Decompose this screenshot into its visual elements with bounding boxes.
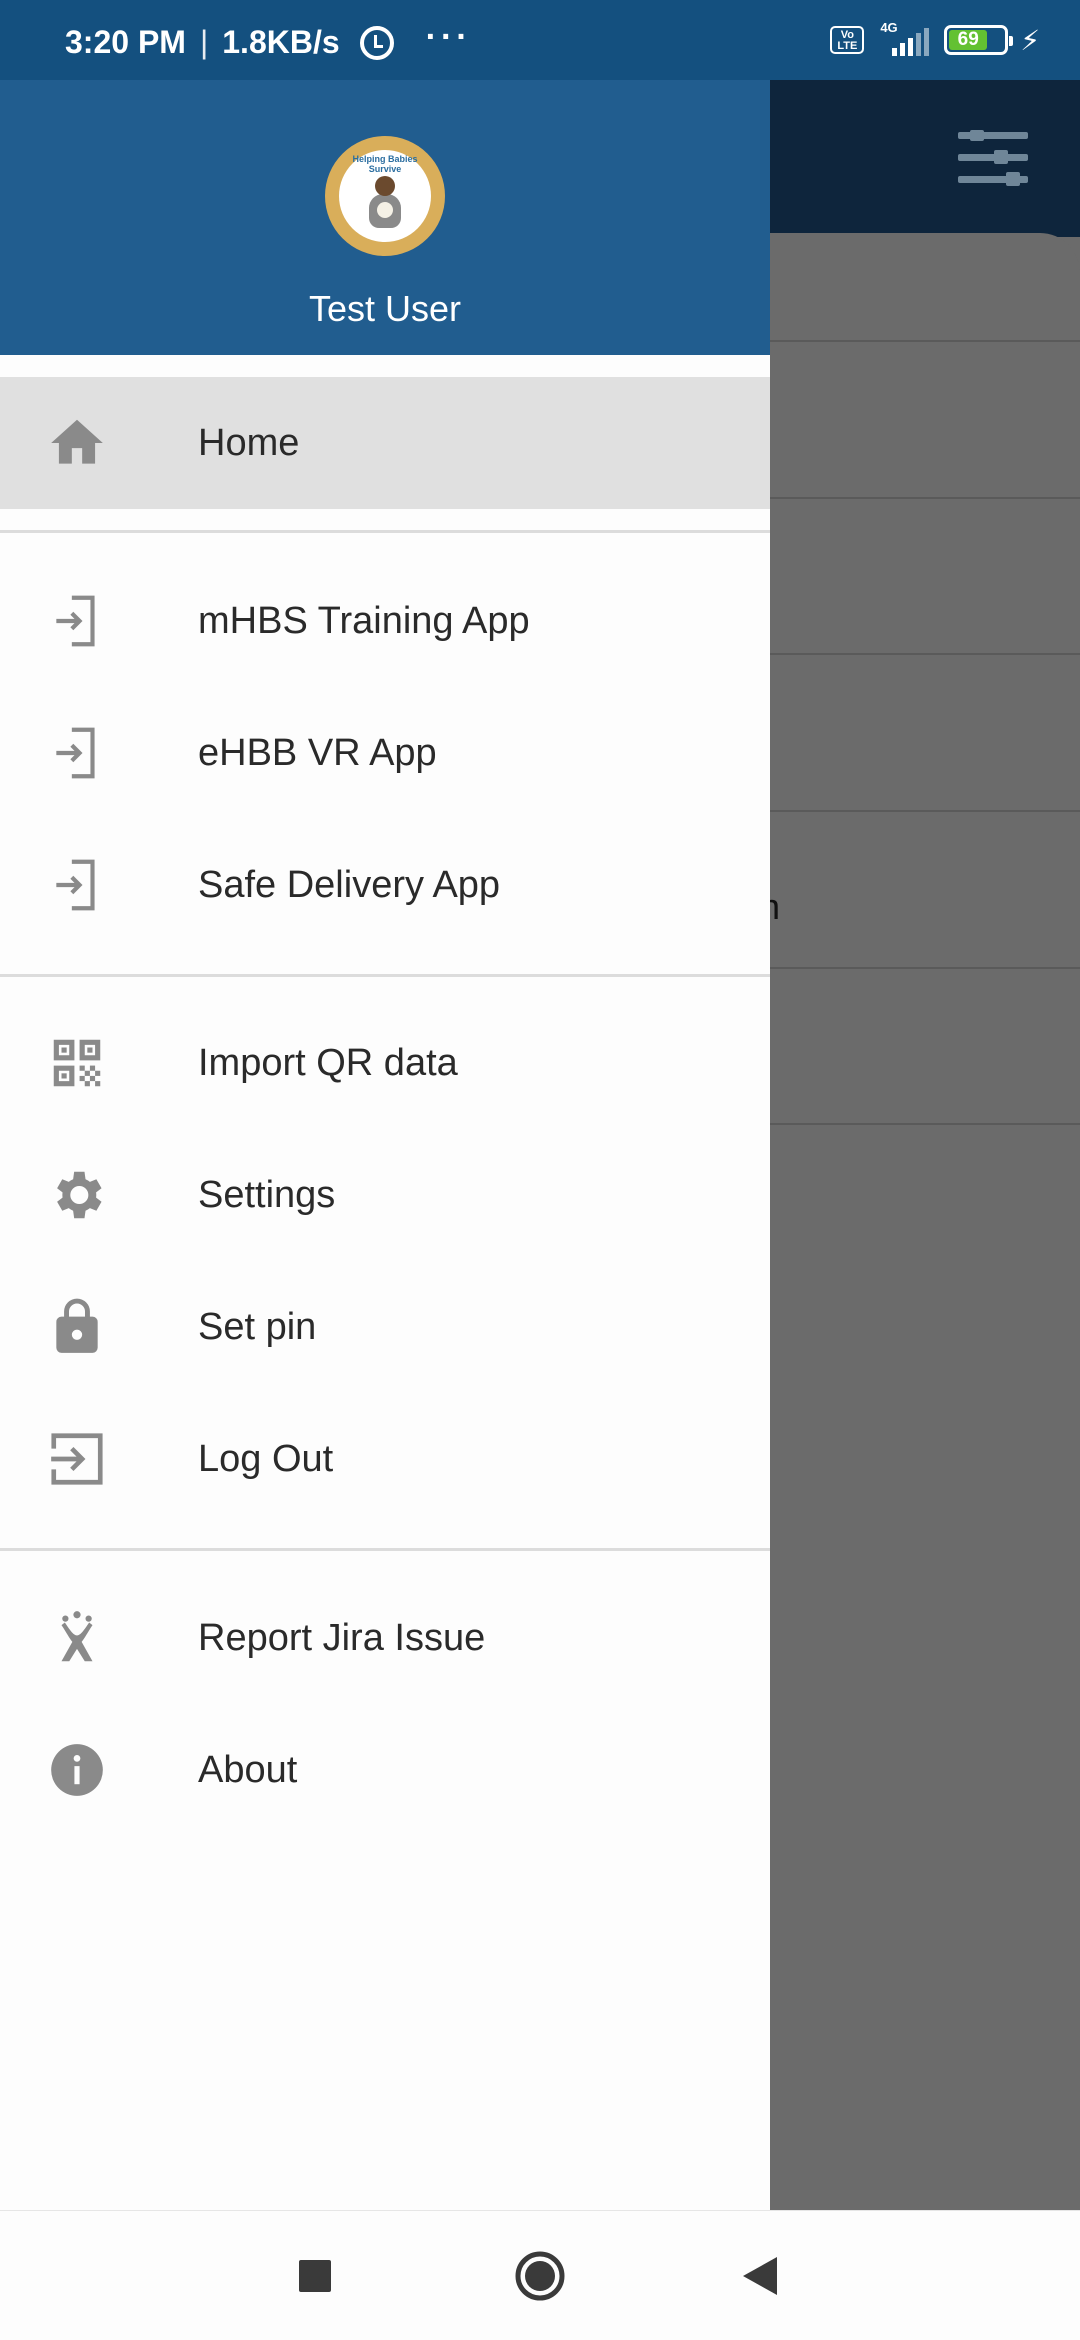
menu-label-set-pin: Set pin (198, 1305, 317, 1348)
charging-icon: ⚡ (1020, 24, 1040, 56)
gear-icon (57, 1171, 102, 1219)
menu-item-set-pin[interactable]: Set pin (0, 1261, 770, 1393)
filter-icon (958, 130, 1028, 186)
divider (0, 530, 770, 533)
menu-label-report-jira-issue: Report Jira Issue (198, 1616, 486, 1659)
menu-item-ehbb-vr-app[interactable]: eHBB VR App (0, 687, 770, 819)
battery-level: 69 (949, 30, 988, 50)
menu-label-home: Home (198, 421, 300, 464)
lock-icon (56, 1298, 98, 1353)
network-speed: 1.8KB/s (222, 24, 340, 60)
navigation-drawer: Helping Babies Survive Test User Home mH… (0, 80, 770, 2210)
back-button[interactable] (725, 2241, 795, 2311)
menu-label-about: About (198, 1748, 298, 1791)
more-dots-icon: ··· (425, 18, 472, 56)
menu-item-mhbs-training-app[interactable]: mHBS Training App (0, 555, 770, 687)
system-nav-bar (0, 2210, 1080, 2340)
menu-item-report-jira-issue[interactable]: Report Jira Issue (0, 1572, 770, 1704)
menu-label-log-out: Log Out (198, 1437, 334, 1480)
volte-icon: Vo LTE (830, 26, 865, 54)
app-launch-icon (56, 727, 95, 779)
menu-label-mhbs-training-app: mHBS Training App (198, 599, 530, 642)
alarm-icon (359, 25, 394, 60)
user-name: Test User (308, 288, 462, 329)
menu-item-log-out[interactable]: Log Out (0, 1393, 770, 1525)
menu-item-import-qr-data[interactable]: Import QR data (0, 997, 770, 1129)
hbs-logo: Helping Babies Survive (325, 136, 445, 256)
menu-item-safe-delivery-app[interactable]: Safe Delivery App (0, 819, 770, 951)
menu-item-home[interactable]: Home (0, 377, 770, 509)
status-separator: | (199, 24, 209, 60)
app-launch-icon (56, 595, 95, 647)
status-time: 3:20 PM (65, 24, 186, 60)
status-bar: 3:20 PM | 1.8KB/s ··· Vo LTE 4G 69 ⚡ (0, 0, 1080, 80)
drawer-header: Helping Babies Survive Test User (0, 80, 770, 355)
home-icon (51, 419, 103, 464)
menu-item-settings[interactable]: Settings (0, 1129, 770, 1261)
menu-label-settings: Settings (198, 1173, 336, 1216)
jira-icon (61, 1611, 93, 1662)
home-button[interactable] (505, 2241, 575, 2311)
logo-text: Helping Babies Survive (352, 154, 418, 174)
status-right: Vo LTE 4G 69 ⚡ (830, 20, 1040, 60)
info-icon (51, 1744, 103, 1796)
recents-button[interactable] (280, 2241, 350, 2311)
app-launch-icon (56, 859, 95, 911)
menu-label-import-qr-data: Import QR data (198, 1041, 458, 1084)
status-left: 3:20 PM | 1.8KB/s ··· (65, 18, 472, 61)
qr-code-icon (53, 1039, 101, 1087)
divider (0, 974, 770, 977)
divider (0, 1548, 770, 1551)
menu-item-about[interactable]: About (0, 1704, 770, 1836)
battery-icon: 69 (944, 25, 1014, 55)
menu-label-safe-delivery-app: Safe Delivery App (198, 863, 501, 906)
signal-icon: 4G (876, 20, 932, 60)
menu-label-ehbb-vr-app: eHBB VR App (198, 731, 437, 774)
logout-icon (51, 1433, 103, 1485)
